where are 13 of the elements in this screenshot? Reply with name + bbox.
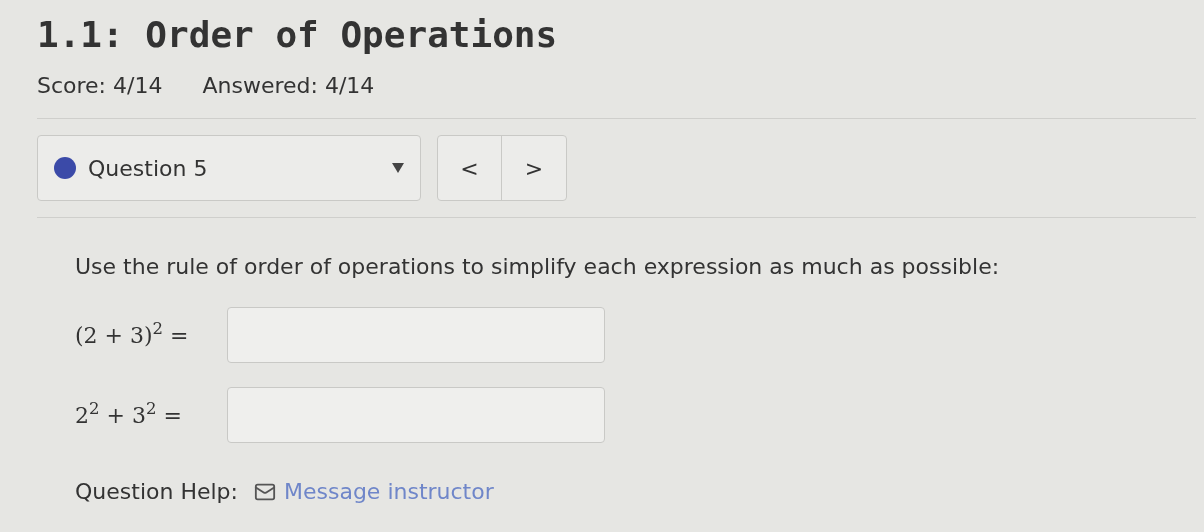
question-prompt: Use the rule of order of operations to simplify each expression as much as possible: <box>75 253 1001 281</box>
answer-field[interactable] <box>227 307 605 363</box>
previous-button[interactable]: < <box>438 136 502 200</box>
math-expression: 2$^{2}$ + 3$^{2}$ = <box>75 398 183 430</box>
question-select[interactable]: Question 5 <box>37 135 421 201</box>
dropdown-caret-icon <box>392 163 404 173</box>
score-text: Score: 4/14 <box>37 72 163 100</box>
next-button[interactable]: > <box>502 136 566 200</box>
help-label: Question Help: <box>75 478 238 506</box>
answered-text: Answered: 4/14 <box>202 72 375 100</box>
math-expression: (2 + 3)$^{2}$ = <box>75 318 190 350</box>
page-title: 1.1: Order of Operations <box>37 13 559 57</box>
answer-field[interactable] <box>227 387 605 443</box>
